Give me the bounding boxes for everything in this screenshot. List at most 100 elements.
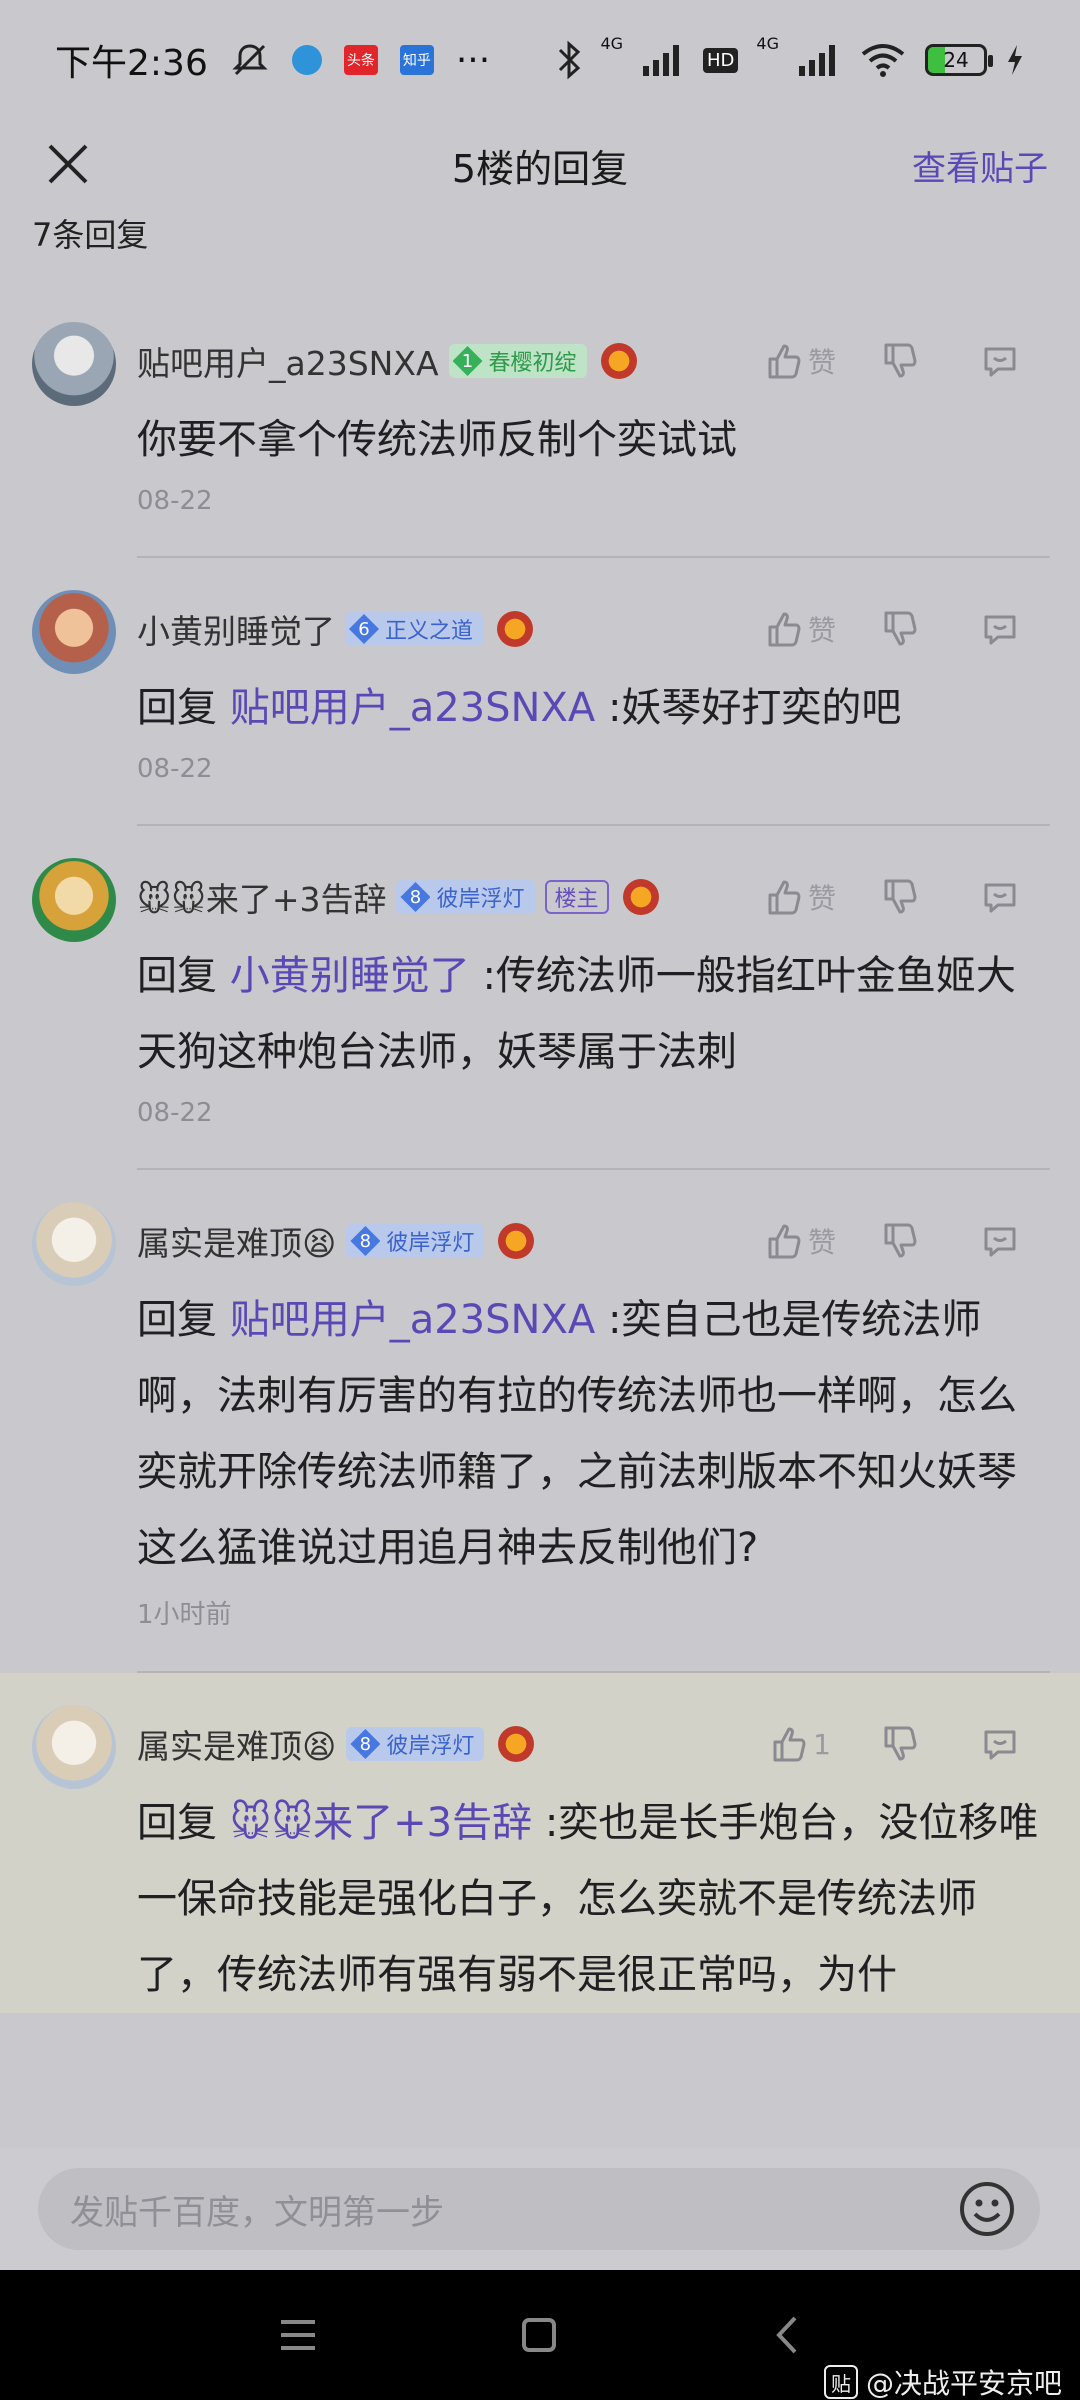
reply-button[interactable]: [950, 336, 1050, 386]
view-post-link[interactable]: 查看贴子: [912, 141, 1048, 190]
like-button[interactable]: 赞: [750, 336, 850, 386]
comment-meta: 🐭🐭来了+3告辞 8 彼岸浮灯 楼主 赞: [137, 826, 1050, 932]
username[interactable]: 贴吧用户_a23SNXA: [137, 337, 439, 385]
avatar[interactable]: [32, 590, 116, 674]
level-title: 彼岸浮灯: [386, 1734, 475, 1759]
emoji-icon[interactable]: [958, 2180, 1016, 2238]
mention-link[interactable]: 贴吧用户_a23SNXA: [230, 1297, 596, 1343]
like-label: 赞: [807, 1226, 836, 1259]
comment-item[interactable]: 🐭🐭来了+3告辞 8 彼岸浮灯 楼主 赞 回复 小黄别睡觉了:传统法师一般指红…: [0, 826, 1080, 1168]
comment-item[interactable]: 属实是难顶😫 8 彼岸浮灯 赞 回复 贴吧用户_a23SNXA:奕自己也是传统…: [0, 1170, 1080, 1671]
game-role-icon: [498, 1223, 535, 1259]
comment-meta: 属实是难顶😫 8 彼岸浮灯 1: [137, 1673, 1050, 1779]
like-button[interactable]: 1: [750, 1719, 850, 1769]
reply-prefix: 回复: [137, 1800, 217, 1846]
level-number: 1: [452, 346, 483, 376]
comment-actions: 赞: [750, 336, 1050, 386]
comment-bubble-icon: [984, 883, 1016, 913]
comment-content: 你要不拿个传统法师反制个奕试试: [137, 417, 737, 463]
comment-item[interactable]: 属实是难顶😫 8 彼岸浮灯 1 回复 🐭🐭来了+3告辞:奕也是长手炮台，没位移…: [0, 1673, 1080, 2013]
game-role-icon: [622, 879, 659, 915]
comment-meta: 小黄别睡觉了 6 正义之道 赞: [137, 558, 1050, 664]
reply-prefix: 回复: [137, 1297, 217, 1343]
level-title: 正义之道: [385, 619, 474, 644]
network-type-1: 4G: [600, 34, 624, 53]
overflow-icon: ···: [455, 39, 491, 81]
comment-input-bar: 发贴千百度，文明第一步: [0, 2148, 1080, 2270]
level-badge: 8 彼岸浮灯: [396, 880, 535, 914]
username[interactable]: 🐭🐭来了+3告辞: [137, 873, 386, 921]
thumbs-down-icon: [884, 343, 917, 378]
comment-actions: 1: [750, 1719, 1050, 1769]
status-time: 下午2:36: [55, 43, 208, 84]
reply-count: 7条回复: [32, 216, 149, 254]
comment-text: 回复 贴吧用户_a23SNXA :奕自己也是传统法师啊，法刺有厉害的有拉的传统法…: [137, 1282, 1050, 1586]
signal-icon-1: [643, 45, 680, 76]
like-button[interactable]: 赞: [750, 604, 850, 654]
dislike-button[interactable]: [850, 604, 950, 654]
comment-time: 1小时前: [137, 1600, 232, 1630]
comment-actions: 赞: [750, 1216, 1050, 1266]
comment-item[interactable]: 小黄别睡觉了 6 正义之道 赞 回复 贴吧用户_a23SNXA:妖琴好打奕的吧…: [0, 558, 1080, 824]
comment-item[interactable]: 贴吧用户_a23SNXA 1 春樱初绽 赞 你要不拿个传统法师反制个奕试试 08…: [0, 290, 1080, 556]
comment-bubble-icon: [984, 347, 1016, 377]
comment-text: 回复 🐭🐭来了+3告辞 :奕也是长手炮台，没位移唯一保命技能是强化白子，怎么奕就…: [137, 1785, 1050, 2013]
tieba-logo-icon: 贴: [823, 2365, 858, 2399]
home-icon[interactable]: [514, 2310, 564, 2360]
reply-button[interactable]: [950, 1216, 1050, 1266]
level-badge: 6 正义之道: [345, 612, 484, 646]
level-badge: 8 彼岸浮灯: [346, 1727, 485, 1761]
comment-time: 08-22: [137, 754, 213, 784]
avatar[interactable]: [32, 1705, 116, 1789]
comment-bubble-icon: [984, 615, 1016, 645]
game-role-icon: [600, 343, 637, 379]
avatar[interactable]: [32, 1202, 116, 1286]
mention-link[interactable]: 🐭🐭来了+3告辞: [230, 1800, 532, 1846]
username[interactable]: 小黄别睡觉了: [137, 605, 335, 653]
watermark: 贴 @决战平安京吧: [823, 2362, 1062, 2400]
dislike-button[interactable]: [850, 1719, 950, 1769]
thumbs-down-icon: [884, 1223, 917, 1258]
level-badge: 1 春樱初绽: [448, 344, 587, 378]
signal-icon-2: [799, 45, 835, 76]
comment-actions: 赞: [750, 604, 1050, 654]
reply-button[interactable]: [950, 1719, 1050, 1769]
back-icon[interactable]: [763, 2310, 813, 2360]
thumbs-up-icon: [773, 1727, 806, 1762]
system-nav-bar: 贴 @决战平安京吧: [0, 2270, 1080, 2400]
thumbs-up-icon: [768, 612, 801, 647]
like-button[interactable]: 赞: [750, 1216, 850, 1266]
thumbs-up-icon: [768, 1224, 801, 1259]
menu-icon[interactable]: [273, 2310, 323, 2360]
avatar[interactable]: [32, 858, 116, 942]
level-number: 8: [350, 1226, 381, 1256]
avatar[interactable]: [32, 322, 116, 406]
dislike-button[interactable]: [850, 872, 950, 922]
reply-button[interactable]: [950, 872, 1050, 922]
comment-meta: 贴吧用户_a23SNXA 1 春樱初绽 赞: [137, 290, 1050, 396]
comment-time: 08-22: [137, 486, 213, 516]
battery-icon: 24: [925, 44, 993, 76]
comment-input[interactable]: 发贴千百度，文明第一步: [38, 2168, 1040, 2250]
reply-list: 贴吧用户_a23SNXA 1 春樱初绽 赞 你要不拿个传统法师反制个奕试试 08…: [0, 290, 1080, 2013]
like-label: 赞: [807, 346, 836, 379]
username[interactable]: 属实是难顶😫: [137, 1720, 336, 1768]
thumbs-up-icon: [768, 880, 801, 915]
browser-app-icon: [291, 45, 322, 75]
hd-icon: HD: [703, 47, 739, 73]
username[interactable]: 属实是难顶😫: [137, 1217, 336, 1265]
comment-text: 你要不拿个传统法师反制个奕试试: [137, 402, 1050, 478]
dislike-button[interactable]: [850, 336, 950, 386]
like-button[interactable]: 赞: [750, 872, 850, 922]
mention-link[interactable]: 贴吧用户_a23SNXA: [230, 685, 596, 731]
reply-button[interactable]: [950, 604, 1050, 654]
level-title: 彼岸浮灯: [386, 1231, 475, 1256]
thumbs-down-icon: [884, 611, 917, 646]
dislike-button[interactable]: [850, 1216, 950, 1266]
reply-prefix: 回复: [137, 685, 217, 731]
level-number: 6: [349, 614, 379, 644]
mention-link[interactable]: 小黄别睡觉了: [230, 953, 470, 999]
reply-prefix: 回复: [137, 953, 217, 999]
level-number: 8: [400, 882, 431, 912]
level-title: 春樱初绽: [488, 351, 577, 376]
